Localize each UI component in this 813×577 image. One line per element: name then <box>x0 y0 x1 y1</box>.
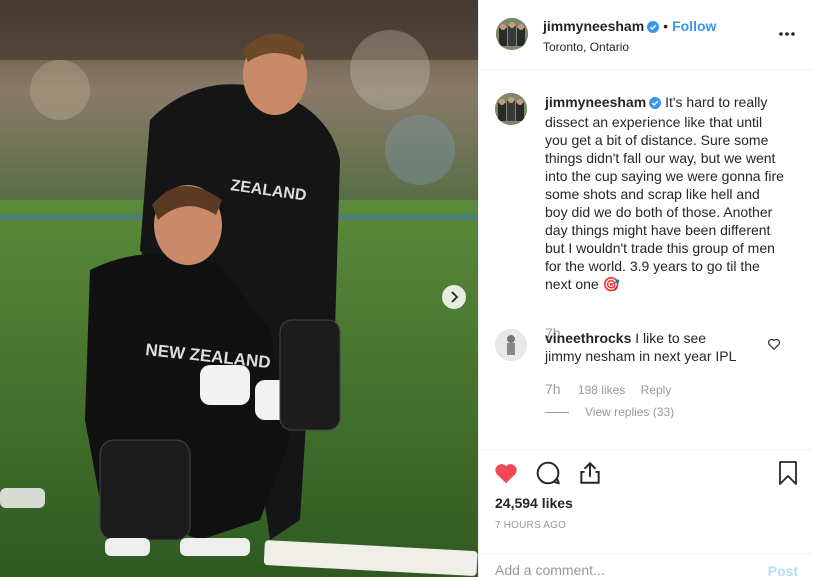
post-photo[interactable]: ZEALAND NEW ZEALAND <box>0 0 478 577</box>
next-arrow-icon <box>451 291 459 303</box>
photo-cricket-players: ZEALAND NEW ZEALAND <box>0 0 478 577</box>
comment-icon <box>536 461 560 485</box>
avatar-image <box>495 329 527 361</box>
post-actions: 24,594 likes 7 HOURS AGO <box>479 449 813 549</box>
avatar-image <box>496 18 528 50</box>
share-button[interactable] <box>577 460 603 486</box>
comment-time[interactable]: 7h <box>545 381 561 397</box>
action-icons <box>493 460 603 486</box>
more-options-button[interactable] <box>777 24 797 44</box>
reply-button[interactable]: Reply <box>641 383 672 397</box>
view-replies-button[interactable]: View replies (33) <box>545 405 674 419</box>
likes-count[interactable]: 24,594 likes <box>495 495 573 511</box>
comment-username[interactable]: vineethrocks <box>545 330 631 346</box>
next-photo-button[interactable] <box>442 285 466 309</box>
like-button[interactable] <box>493 460 519 486</box>
post-username[interactable]: jimmyneesham <box>543 18 644 34</box>
add-comment-input[interactable] <box>495 562 745 577</box>
heart-outline-icon <box>768 338 780 351</box>
post-sidebar: jimmyneesham • Follow Toronto, Ontario j… <box>478 0 813 577</box>
share-icon <box>580 461 600 484</box>
caption-username[interactable]: jimmyneesham <box>545 94 646 110</box>
replies-divider <box>545 411 569 413</box>
comment-meta: 7h 198 likes Reply <box>545 381 683 397</box>
heart-icon <box>495 464 517 484</box>
caption-avatar[interactable] <box>495 93 527 125</box>
caption-text: jimmyneesham It's hard to really dissect… <box>545 93 785 293</box>
comment-button[interactable] <box>535 460 561 486</box>
comments-section[interactable]: jimmyneesham It's hard to really dissect… <box>479 71 813 449</box>
post-location[interactable]: Toronto, Ontario <box>543 40 716 54</box>
add-comment-bar: Post <box>479 553 813 577</box>
follow-button[interactable]: Follow <box>672 18 716 34</box>
comment-like-button[interactable] <box>767 337 781 351</box>
separator-dot: • <box>663 18 669 34</box>
avatar-image <box>495 93 527 125</box>
comment-text: vineethrocks I like to see jimmy nesham … <box>545 329 745 365</box>
avatar[interactable] <box>496 18 528 50</box>
post-timestamp[interactable]: 7 HOURS AGO <box>495 520 566 531</box>
more-options-icon <box>779 32 795 36</box>
post-header: jimmyneesham • Follow Toronto, Ontario <box>479 0 813 70</box>
comment-avatar[interactable] <box>495 329 527 361</box>
verified-icon <box>647 20 660 38</box>
caption-body: It's hard to really dissect an experienc… <box>545 94 784 292</box>
bookmark-icon <box>779 461 797 485</box>
verified-icon <box>649 95 662 113</box>
post-comment-button[interactable]: Post <box>768 563 798 577</box>
save-button[interactable] <box>776 460 800 486</box>
view-replies-label: View replies (33) <box>585 405 675 419</box>
comment-likes[interactable]: 198 likes <box>578 383 625 397</box>
